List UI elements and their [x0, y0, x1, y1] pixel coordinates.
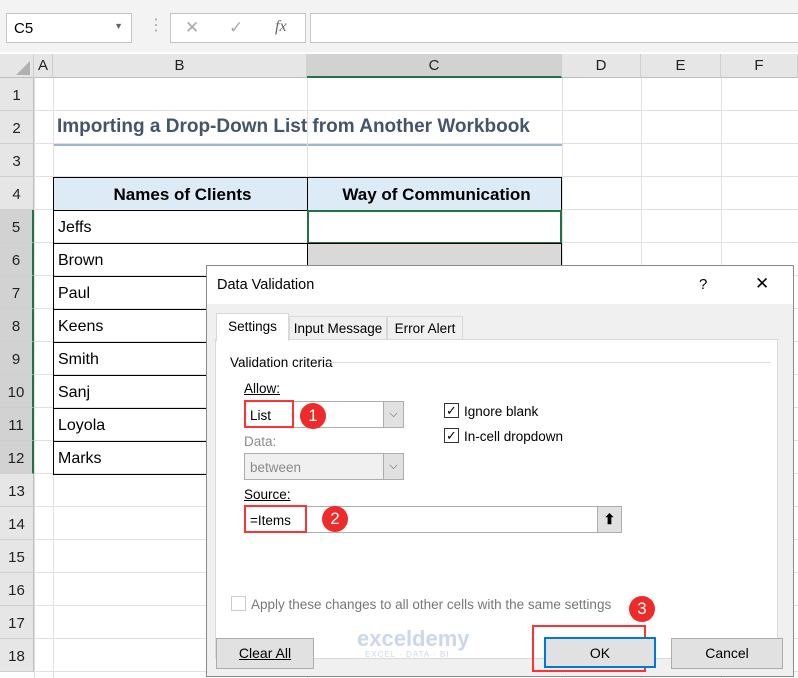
exceldemy-watermark: exceldemy EXCEL · DATA · BI [357, 626, 470, 659]
header-names[interactable]: Names of Clients [53, 177, 308, 211]
apply-all-checkbox[interactable] [231, 596, 246, 611]
column-header-c[interactable]: C [307, 54, 562, 78]
row-header-8[interactable]: 8 [0, 309, 34, 342]
formula-bar: C5 ▼ ⋮ ✕ ✓ fx [0, 0, 798, 52]
client-cell[interactable]: Jeffs [53, 210, 308, 244]
column-header-d[interactable]: D [562, 54, 641, 78]
sheet-title: Importing a Drop-Down List from Another … [57, 116, 530, 137]
gridline [34, 78, 35, 678]
group-label: Validation criteria [230, 355, 333, 370]
gridline [34, 143, 798, 144]
ok-button[interactable]: OK [544, 637, 656, 668]
data-select: between ⌵ [244, 453, 404, 480]
row-header-11[interactable]: 11 [0, 408, 34, 441]
close-icon[interactable]: ✕ [755, 274, 769, 294]
dialog-titlebar: Data Validation ? ✕ [207, 266, 793, 304]
tab-settings[interactable]: Settings [216, 313, 289, 341]
annotation-badge-1: 1 [300, 403, 326, 429]
row-header-13[interactable]: 13 [0, 474, 34, 507]
row-header-18[interactable]: 18 [0, 639, 34, 672]
row-header-7[interactable]: 7 [0, 276, 34, 309]
annotation-box-2 [244, 505, 307, 533]
row-header-5[interactable]: 5 [0, 210, 34, 243]
row-header-16[interactable]: 16 [0, 573, 34, 606]
column-header-b[interactable]: B [53, 54, 307, 78]
fx-icon[interactable]: fx [275, 18, 287, 36]
row-header-14[interactable]: 14 [0, 507, 34, 540]
column-header-a[interactable]: A [34, 54, 53, 78]
chevron-down-icon: ▼ [114, 21, 123, 31]
in-cell-label: In-cell dropdown [464, 429, 564, 444]
annotation-badge-2: 2 [322, 506, 348, 532]
row-header-4[interactable]: 4 [0, 177, 34, 210]
tab-error-alert[interactable]: Error Alert [387, 316, 463, 340]
row-header-17[interactable]: 17 [0, 606, 34, 639]
communication-cell[interactable] [307, 210, 562, 244]
row-header-15[interactable]: 15 [0, 540, 34, 573]
cancel-icon[interactable]: ✕ [185, 18, 199, 38]
annotation-badge-3: 3 [629, 596, 655, 622]
column-header-e[interactable]: E [641, 54, 721, 78]
row-header-12[interactable]: 12 [0, 441, 34, 474]
help-icon[interactable]: ? [699, 276, 707, 293]
chevron-down-icon: ⌵ [383, 402, 403, 427]
allow-label: Allow: [244, 381, 281, 396]
cancel-button[interactable]: Cancel [671, 638, 783, 669]
select-all[interactable] [0, 54, 34, 78]
in-cell-dropdown-checkbox[interactable]: ✓ [444, 428, 459, 443]
clear-all-button[interactable]: Clear All [216, 638, 314, 669]
grip-icon: ⋮ [148, 17, 164, 34]
row-header-1[interactable]: 1 [0, 78, 34, 111]
row-header-3[interactable]: 3 [0, 144, 34, 177]
row-header-6[interactable]: 6 [0, 243, 34, 276]
header-communication[interactable]: Way of Communication [307, 177, 562, 211]
enter-icon[interactable]: ✓ [229, 18, 243, 38]
data-validation-dialog: Data Validation ? ✕ Settings Input Messa… [206, 265, 794, 677]
formula-input[interactable] [310, 13, 798, 43]
tab-input-message[interactable]: Input Message [289, 316, 387, 340]
row-header-10[interactable]: 10 [0, 375, 34, 408]
annotation-box-1 [244, 400, 294, 428]
data-label: Data: [244, 434, 277, 449]
column-headers: A B C D E F [0, 54, 798, 78]
group-divider [325, 362, 771, 363]
formula-buttons: ✕ ✓ fx [170, 13, 306, 43]
row-header-2[interactable]: 2 [0, 111, 34, 144]
collapse-dialog-icon[interactable]: ⬆ [597, 507, 621, 532]
row-header-9[interactable]: 9 [0, 342, 34, 375]
apply-all-label: Apply these changes to all other cells w… [251, 597, 612, 612]
gridline [34, 110, 798, 111]
chevron-down-icon: ⌵ [383, 454, 403, 479]
source-label: Source: [244, 487, 291, 502]
column-header-f[interactable]: F [721, 54, 798, 78]
name-box[interactable]: C5 ▼ [6, 13, 132, 43]
ignore-blank-checkbox[interactable]: ✓ [444, 403, 459, 418]
ignore-blank-label: Ignore blank [464, 404, 539, 419]
